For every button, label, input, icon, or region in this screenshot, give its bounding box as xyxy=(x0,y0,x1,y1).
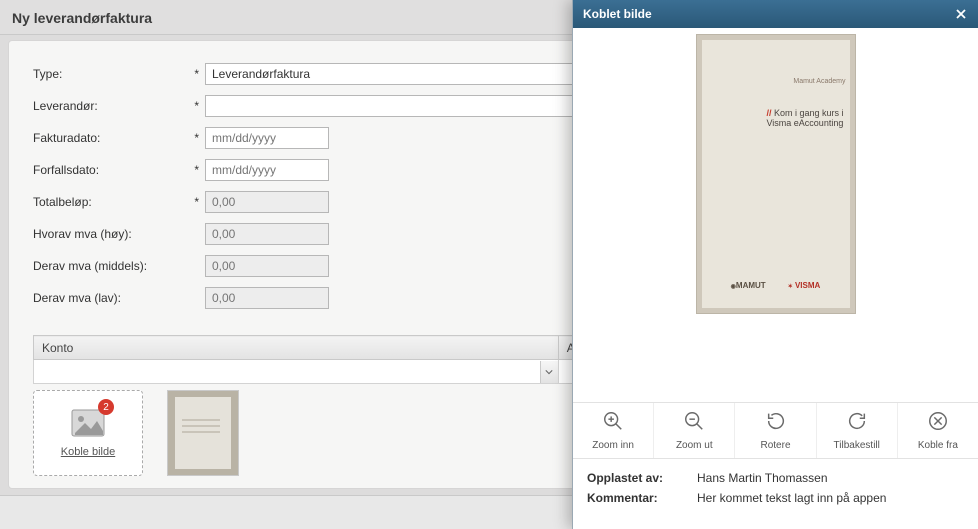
zoom-in-icon xyxy=(602,410,624,437)
vat-high-label: Hvorav mva (høy): xyxy=(33,227,183,241)
required-mark: * xyxy=(187,67,201,81)
invoice-date-label: Fakturadato: xyxy=(33,131,183,145)
doc-brand-top: Mamut Academy xyxy=(793,78,845,85)
modal-header: Koblet bilde xyxy=(573,0,978,28)
required-mark: * xyxy=(187,195,201,209)
meta-row-uploaded-by: Opplastet av: Hans Martin Thomassen xyxy=(587,471,964,485)
due-date-label: Forfallsdato: xyxy=(33,163,183,177)
zoom-out-icon xyxy=(683,410,705,437)
meta-row-comment: Kommentar: Her kommet tekst lagt inn på … xyxy=(587,491,964,505)
rotate-button[interactable]: Rotere xyxy=(735,403,816,458)
doc-title: // Kom i gang kurs i Visma eAccounting xyxy=(766,108,843,128)
comment-value: Her kommet tekst lagt inn på appen xyxy=(697,491,964,505)
app-root: Ny leverandørfaktura Type: * Leverandør:… xyxy=(0,0,978,529)
comment-label: Kommentar: xyxy=(587,491,683,505)
reset-icon xyxy=(846,410,868,437)
thumbnails-area: 2 Koble bilde xyxy=(33,390,239,476)
total-input[interactable] xyxy=(205,191,329,213)
type-label: Type: xyxy=(33,67,183,81)
link-image-label: Koble bilde xyxy=(61,446,115,458)
supplier-label: Leverandør: xyxy=(33,99,183,113)
konto-cell-input[interactable] xyxy=(34,361,540,383)
doc-logos: ◉MAMUT ✶ VISMA xyxy=(696,281,856,290)
image-viewport[interactable]: Mamut Academy // Kom i gang kurs i Visma… xyxy=(573,28,978,402)
zoom-in-button[interactable]: Zoom inn xyxy=(573,403,654,458)
unlink-icon xyxy=(927,410,949,437)
col-konto[interactable]: Konto xyxy=(34,336,559,360)
zoom-out-button[interactable]: Zoom ut xyxy=(654,403,735,458)
required-mark: * xyxy=(187,99,201,113)
rotate-icon xyxy=(765,410,787,437)
image-toolbar: Zoom inn Zoom ut Rotere Tilbakestill Kob… xyxy=(573,402,978,458)
attachment-count-badge: 2 xyxy=(98,399,114,415)
required-mark: * xyxy=(187,131,201,145)
image-icon xyxy=(71,409,105,442)
rotate-label: Rotere xyxy=(761,440,791,451)
attached-image-thumbnail[interactable] xyxy=(167,390,239,476)
modal-title: Koblet bilde xyxy=(583,7,652,21)
vat-low-input[interactable] xyxy=(205,287,329,309)
vat-mid-label: Derav mva (middels): xyxy=(33,259,183,273)
invoice-date-input[interactable] xyxy=(205,127,329,149)
link-image-button[interactable]: 2 Koble bilde xyxy=(33,390,143,476)
uploaded-by-value: Hans Martin Thomassen xyxy=(697,471,964,485)
modal-body: Mamut Academy // Kom i gang kurs i Visma… xyxy=(573,28,978,529)
zoom-out-label: Zoom ut xyxy=(676,440,713,451)
chevron-down-icon[interactable] xyxy=(540,361,558,383)
reset-label: Tilbakestill xyxy=(834,440,880,451)
vat-low-label: Derav mva (lav): xyxy=(33,291,183,305)
uploaded-by-label: Opplastet av: xyxy=(587,471,683,485)
vat-mid-input[interactable] xyxy=(205,255,329,277)
unlink-label: Koble fra xyxy=(918,440,958,451)
mamut-logo: ◉MAMUT xyxy=(731,281,766,290)
required-mark: * xyxy=(187,163,201,177)
reset-button[interactable]: Tilbakestill xyxy=(817,403,898,458)
visma-logo: ✶ VISMA xyxy=(788,281,821,290)
zoom-in-label: Zoom inn xyxy=(592,440,634,451)
vat-high-input[interactable] xyxy=(205,223,329,245)
total-label: Totalbeløp: xyxy=(33,195,183,209)
due-date-input[interactable] xyxy=(205,159,329,181)
document-preview: Mamut Academy // Kom i gang kurs i Visma… xyxy=(696,34,856,314)
image-meta: Opplastet av: Hans Martin Thomassen Komm… xyxy=(573,458,978,529)
close-icon[interactable] xyxy=(952,5,970,23)
unlink-button[interactable]: Koble fra xyxy=(898,403,978,458)
linked-image-panel: Koblet bilde Mamut Academy // Kom i gang… xyxy=(572,0,978,529)
